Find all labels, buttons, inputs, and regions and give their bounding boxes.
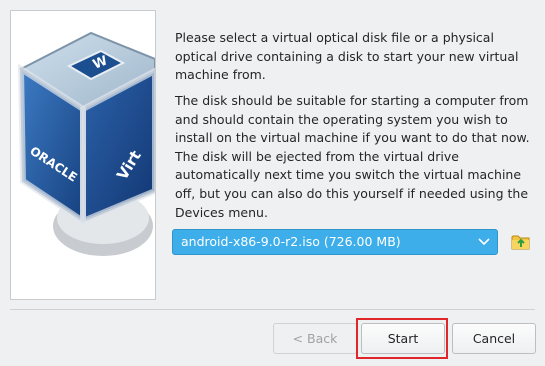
optical-disk-select[interactable]: android-x86-9.0-r2.iso (726.00 MB) bbox=[172, 229, 498, 255]
selected-disk-label: android-x86-9.0-r2.iso (726.00 MB) bbox=[181, 234, 401, 249]
cancel-button[interactable]: Cancel bbox=[452, 323, 536, 354]
disk-info-paragraph: The disk should be suitable for starting… bbox=[175, 93, 530, 220]
chevron-down-icon bbox=[478, 238, 490, 246]
virtualbox-logo-panel: W ORACLE Virt bbox=[10, 10, 156, 300]
intro-paragraph: Please select a virtual optical disk fil… bbox=[175, 30, 519, 83]
folder-icon bbox=[511, 235, 530, 250]
footer-divider bbox=[10, 309, 535, 310]
start-button[interactable]: Start bbox=[361, 323, 445, 354]
choose-disk-file-button[interactable] bbox=[511, 233, 531, 251]
back-button[interactable]: < Back bbox=[273, 323, 357, 354]
virtualbox-cube-logo: W ORACLE Virt bbox=[17, 31, 155, 256]
